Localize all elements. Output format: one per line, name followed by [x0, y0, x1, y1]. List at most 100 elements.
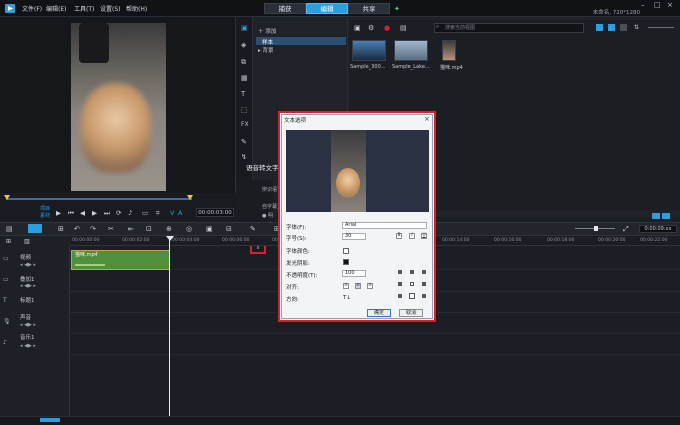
title-icon[interactable]: T: [241, 90, 245, 98]
fit-project-icon[interactable]: ⤢: [623, 225, 629, 234]
pos-top-left[interactable]: [398, 270, 402, 274]
scrub-track[interactable]: [6, 198, 192, 200]
subtitle-tool-icon[interactable]: ✎: [250, 225, 256, 233]
trim-end-handle[interactable]: [187, 195, 193, 200]
overlay-track-controls[interactable]: ◂ ◀▶ ▸: [20, 283, 36, 289]
import-icon[interactable]: ▣: [354, 24, 361, 32]
filter-icon[interactable]: FX: [241, 121, 249, 128]
aspect-icon[interactable]: ▭: [142, 209, 148, 217]
split-icon[interactable]: ✂: [108, 225, 114, 233]
pos-bottom-center[interactable]: [409, 293, 415, 299]
path-icon[interactable]: ↯: [241, 153, 247, 161]
tab-capture[interactable]: 捕获: [264, 3, 306, 14]
record-capture-icon[interactable]: ⊡: [146, 225, 152, 233]
size-select[interactable]: 30: [342, 233, 366, 240]
thumbnail-sample-300[interactable]: [352, 40, 386, 61]
view-toggle-icon[interactable]: ⚙: [368, 24, 374, 32]
pos-bottom-left[interactable]: [398, 294, 402, 298]
maximize-icon[interactable]: □: [654, 1, 661, 9]
fit-icon[interactable]: ⇤: [128, 225, 134, 233]
home-icon[interactable]: ⏮: [68, 209, 74, 218]
underline-button[interactable]: U: [421, 233, 427, 239]
pos-top-center[interactable]: [410, 270, 414, 274]
folder-icon[interactable]: ▤: [400, 24, 407, 32]
overlay-track-icon[interactable]: ▭: [3, 276, 9, 283]
thumbnail-cat-video[interactable]: [442, 40, 456, 61]
opacity-select[interactable]: 100: [342, 270, 366, 277]
add-track-icon[interactable]: ▥: [24, 238, 30, 245]
end-icon[interactable]: ⏭: [104, 209, 110, 218]
multicam-icon[interactable]: ⊟: [226, 225, 232, 233]
menu-file[interactable]: 文件(F): [22, 4, 42, 13]
storyboard-view-icon[interactable]: ▤: [6, 225, 13, 233]
play-icon[interactable]: ▶: [56, 209, 61, 217]
music-track-controls[interactable]: ◂ ◀▶ ▸: [20, 343, 36, 349]
menu-help[interactable]: 帮助(H): [126, 4, 147, 13]
mask-icon[interactable]: ▣: [206, 225, 213, 233]
view-detail-icon[interactable]: [620, 24, 627, 31]
library-expand-icon[interactable]: [652, 213, 660, 219]
preview-timecode[interactable]: 00:00:03:00: [196, 208, 234, 217]
mark-out-icon[interactable]: A: [178, 209, 182, 217]
undo-icon[interactable]: ↶: [74, 225, 80, 233]
zoom-handle[interactable]: [594, 226, 598, 231]
timeline-view-icon[interactable]: [28, 224, 42, 233]
motion-icon[interactable]: ✎: [241, 138, 247, 146]
instant-project-icon[interactable]: ◈: [241, 41, 246, 49]
library-options-icon[interactable]: [662, 213, 670, 219]
voice-track-icon[interactable]: 🎙: [3, 318, 11, 325]
music-track-icon[interactable]: ♪: [3, 339, 7, 346]
track-row-music[interactable]: [70, 333, 680, 355]
graphic-icon[interactable]: ▦: [241, 74, 248, 82]
pos-top-right[interactable]: [422, 270, 426, 274]
search-input[interactable]: 搜索当前视图: [434, 23, 584, 33]
timeline-timecode[interactable]: 0:00:09:xx: [639, 225, 677, 233]
prev-frame-icon[interactable]: ◀: [80, 209, 85, 217]
radio-option-1[interactable]: ● 明: [262, 212, 273, 219]
sort-icon[interactable]: ⇅: [634, 24, 639, 31]
project-mode-label[interactable]: 项目: [40, 205, 50, 212]
font-color-swatch[interactable]: [343, 248, 349, 254]
folder-samples[interactable]: 样本: [262, 38, 273, 46]
tab-share[interactable]: 共享: [348, 3, 390, 14]
transition-icon[interactable]: ⧉: [241, 58, 246, 67]
playhead[interactable]: [169, 236, 170, 416]
view-grid-icon[interactable]: [608, 24, 615, 31]
repeat-icon[interactable]: ⟳: [116, 209, 121, 217]
font-select[interactable]: Arial: [342, 222, 427, 229]
record-icon[interactable]: ●: [384, 24, 390, 32]
trim-start-handle[interactable]: [4, 195, 10, 200]
pos-mid-right[interactable]: [422, 282, 426, 286]
add-folder-button[interactable]: ＋ 添加: [258, 27, 276, 35]
playhead-handle[interactable]: [166, 236, 174, 241]
direction-value[interactable]: T↓: [343, 295, 351, 301]
video-track-controls[interactable]: ◂ ◀▶ ▸: [20, 262, 36, 268]
menu-edit[interactable]: 编辑(E): [46, 4, 66, 13]
motion-track-icon[interactable]: ◎: [186, 225, 192, 233]
align-left-button[interactable]: ≡: [343, 283, 349, 289]
pos-center[interactable]: [410, 282, 414, 286]
pos-mid-left[interactable]: [398, 282, 402, 286]
align-center-button[interactable]: ≡: [355, 283, 361, 289]
clip-mode-label[interactable]: 素材: [40, 212, 50, 219]
cancel-button[interactable]: 取消: [399, 309, 423, 317]
speech-to-text-label[interactable]: 语音转文字: [246, 162, 279, 172]
snap-icon[interactable]: ⊕: [166, 225, 172, 233]
next-frame-icon[interactable]: ▶: [92, 209, 97, 217]
view-list-icon[interactable]: [596, 24, 603, 31]
pos-bottom-right[interactable]: [422, 294, 426, 298]
align-right-button[interactable]: ≡: [367, 283, 373, 289]
voice-track-controls[interactable]: ◂ ◀▶ ▸: [20, 322, 36, 328]
minimize-icon[interactable]: –: [641, 1, 645, 9]
close-icon[interactable]: ×: [667, 1, 673, 9]
tab-edit[interactable]: 编辑: [306, 3, 348, 14]
dialog-close-icon[interactable]: ×: [424, 115, 430, 123]
bold-button[interactable]: B: [396, 233, 402, 239]
menu-settings[interactable]: 设置(S): [100, 4, 121, 13]
menu-tools[interactable]: 工具(T): [74, 4, 94, 13]
shadow-color-swatch[interactable]: [343, 259, 349, 265]
media-icon[interactable]: ▣: [241, 24, 248, 32]
folder-backgrounds-row[interactable]: ▸ 背景: [258, 46, 274, 54]
italic-button[interactable]: I: [409, 233, 415, 239]
mark-in-icon[interactable]: V: [170, 209, 174, 217]
